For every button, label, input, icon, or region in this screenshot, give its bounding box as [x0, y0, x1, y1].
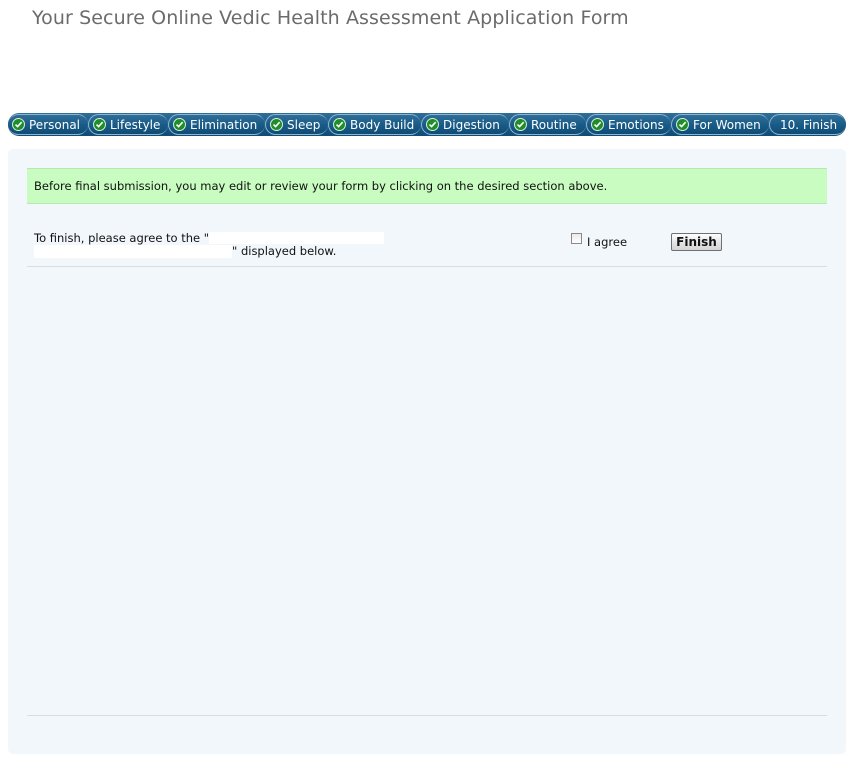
- step-elimination[interactable]: Elimination: [168, 114, 265, 135]
- check-circle-icon: [591, 118, 604, 131]
- check-circle-icon: [270, 118, 283, 131]
- step-routine[interactable]: Routine: [509, 114, 586, 135]
- step-label: Elimination: [190, 117, 258, 132]
- check-circle-icon: [173, 118, 186, 131]
- divider: [27, 715, 827, 716]
- check-circle-icon: [514, 118, 527, 131]
- agreement-row: To finish, please agree to the " " displa…: [27, 229, 827, 267]
- step-emotions[interactable]: Emotions: [586, 114, 671, 135]
- step-navigation: Personal Lifestyle Elimination Sleep Bod…: [8, 113, 846, 136]
- check-circle-icon: [426, 118, 439, 131]
- agreement-prefix: To finish, please agree to the ": [34, 231, 210, 245]
- step-label: For Women: [693, 117, 761, 132]
- page-title: Your Secure Online Vedic Health Assessme…: [32, 7, 629, 29]
- step-label: Personal: [29, 117, 81, 132]
- agree-checkbox[interactable]: [571, 233, 582, 244]
- step-finish[interactable]: 10. Finish: [769, 114, 846, 135]
- step-label: Sleep: [287, 117, 321, 132]
- check-circle-icon: [676, 118, 689, 131]
- step-label: Emotions: [608, 117, 664, 132]
- form-panel: Before final submission, you may edit or…: [8, 149, 846, 754]
- step-sleep[interactable]: Sleep: [265, 114, 328, 135]
- step-lifestyle[interactable]: Lifestyle: [88, 114, 168, 135]
- check-circle-icon: [333, 118, 346, 131]
- step-label: Digestion: [443, 117, 500, 132]
- step-body-build[interactable]: Body Build: [328, 114, 421, 135]
- check-circle-icon: [12, 118, 25, 131]
- terms-link[interactable]: [209, 232, 385, 244]
- step-label: Routine: [531, 117, 577, 132]
- terms-link-continued[interactable]: [34, 245, 232, 258]
- agreement-text: To finish, please agree to the " " displa…: [34, 232, 394, 258]
- step-label: 10. Finish: [780, 117, 838, 132]
- agree-label[interactable]: I agree: [587, 235, 627, 249]
- step-for-women[interactable]: For Women: [671, 114, 769, 135]
- step-label: Body Build: [350, 117, 415, 132]
- finish-button[interactable]: Finish: [671, 233, 722, 251]
- step-personal[interactable]: Personal: [8, 114, 88, 135]
- agreement-suffix: " displayed below.: [232, 244, 337, 258]
- step-digestion[interactable]: Digestion: [421, 114, 509, 135]
- review-notice: Before final submission, you may edit or…: [27, 168, 827, 204]
- step-label: Lifestyle: [110, 117, 161, 132]
- check-circle-icon: [93, 118, 106, 131]
